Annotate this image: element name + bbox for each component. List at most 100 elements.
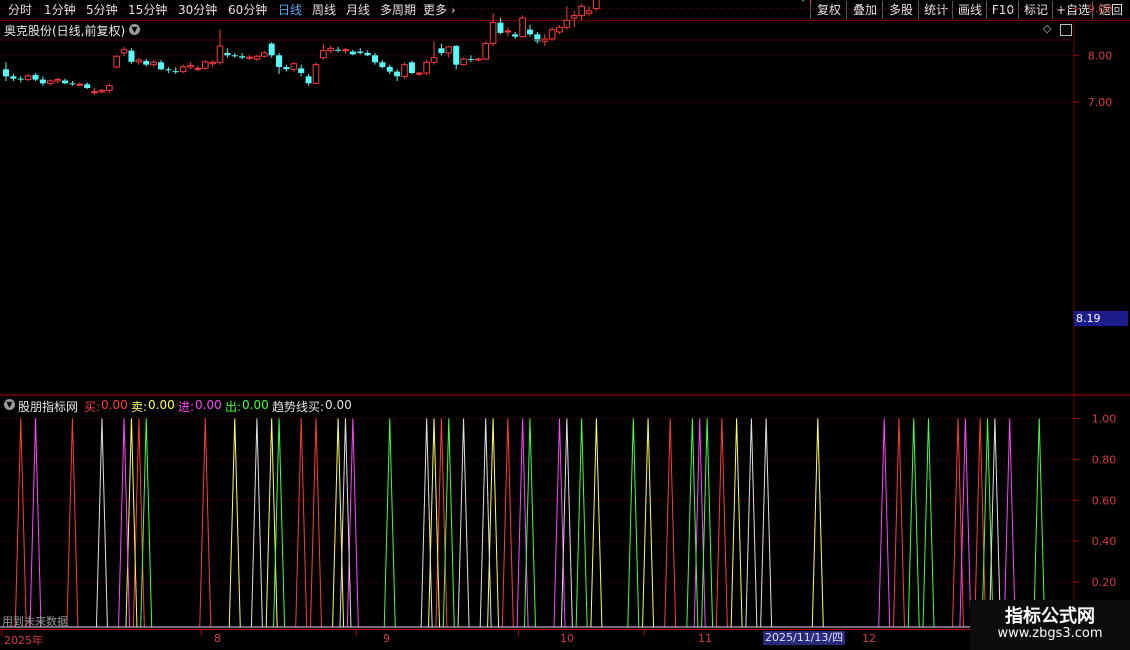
signal-spike-buy xyxy=(295,418,308,628)
signal-spike-buy xyxy=(715,418,728,628)
candle-body-down xyxy=(62,80,69,84)
signal-spike-buy xyxy=(435,418,448,628)
signal-spike-sell xyxy=(590,418,603,628)
candle-body-up xyxy=(194,67,202,70)
candle-body-up xyxy=(76,83,84,86)
candle-body-up xyxy=(209,61,216,65)
candle-body-up xyxy=(415,72,423,75)
candle-body-up xyxy=(519,17,526,38)
candle-body-up xyxy=(423,61,430,74)
signal-spike-enter xyxy=(693,418,706,628)
date-axis: 2025年 8 9 10 11 2025/11/13/四 12 xyxy=(0,629,1075,648)
indicator-tick-label: 0.60 xyxy=(1092,494,1117,507)
signal-spike-sell xyxy=(265,418,278,628)
candle-body-down xyxy=(394,71,401,77)
candle-body-down xyxy=(453,45,460,65)
signal-spike-buy xyxy=(14,418,27,628)
signal-spike-enter xyxy=(118,418,131,628)
candle-body-up xyxy=(246,56,253,59)
candle-body-up xyxy=(475,58,482,61)
candle-body-down xyxy=(69,83,76,85)
candle-body-up xyxy=(578,5,585,17)
indicator-header: ▼ 股朋指标网 买: 0.00 卖: 0.00 进: 0.00 出: 0.00 … xyxy=(0,397,1075,415)
indicator-dropdown-icon[interactable]: ▼ xyxy=(4,399,15,410)
signal-spike-sell xyxy=(487,418,500,628)
future-data-note: 用到未来数据 xyxy=(2,615,68,628)
signal-spike-buy xyxy=(309,418,322,628)
buy-label: 买: xyxy=(84,400,101,414)
signal-spike-exit xyxy=(627,418,640,628)
candle-body-down xyxy=(268,43,275,56)
exit-label: 出: xyxy=(225,400,242,414)
buy-value: 0.00 xyxy=(101,398,128,412)
signal-spike-buy xyxy=(66,418,79,628)
candle-body-down xyxy=(17,78,24,80)
signal-spike-trend-buy xyxy=(760,418,773,628)
candle-body-up xyxy=(430,57,438,63)
candle-body-down xyxy=(128,50,135,62)
signal-spike-sell xyxy=(730,418,743,628)
signal-spike-buy xyxy=(974,418,987,628)
enter-label: 进: xyxy=(178,400,195,414)
price-tick-label: 8.00 xyxy=(1088,49,1113,62)
watermark-url: www.zbgs3.com xyxy=(997,626,1103,641)
candle-body-down xyxy=(438,48,445,53)
signal-spike-trend-buy xyxy=(250,418,263,628)
candle-body-down xyxy=(386,66,393,72)
candle-body-down xyxy=(231,55,238,57)
candle-body-up xyxy=(201,61,209,69)
signal-spike-exit xyxy=(523,418,536,628)
candle-body-up xyxy=(460,58,467,66)
signal-spike-exit xyxy=(273,418,286,628)
candle-body-down xyxy=(3,69,9,77)
signal-spike-exit xyxy=(981,418,994,628)
candle-body-down xyxy=(165,69,172,71)
signal-spike-buy xyxy=(952,418,965,628)
candle-body-down xyxy=(467,59,474,61)
candle-body-up xyxy=(320,50,327,59)
price-tick-label: 9.00 xyxy=(1088,3,1113,16)
signal-spike-trend-buy xyxy=(479,418,492,628)
signal-spike-exit xyxy=(701,418,714,628)
candle-body-up xyxy=(187,65,194,68)
signal-spike-enter xyxy=(346,418,359,628)
indicator-name[interactable]: 股朋指标网 xyxy=(18,398,78,415)
candlestick-chart[interactable]: 14.0013.0012.0011.0010.009.008.007.001.0… xyxy=(0,0,1130,650)
candle-body-up xyxy=(482,43,489,60)
signal-spike-sell xyxy=(428,418,441,628)
signal-spike-sell xyxy=(228,418,241,628)
signal-spike-exit xyxy=(383,418,396,628)
signal-spike-enter xyxy=(878,418,891,628)
candle-body-down xyxy=(305,76,312,84)
candle-body-down xyxy=(32,74,39,80)
signal-spike-sell xyxy=(125,418,138,628)
signal-spike-enter xyxy=(1003,418,1016,628)
price-tick-label: 7.00 xyxy=(1088,96,1113,109)
sell-label: 卖: xyxy=(131,400,148,414)
trend-buy-value: 0.00 xyxy=(325,398,352,412)
candle-body-up xyxy=(150,61,157,66)
candle-body-down xyxy=(379,62,386,67)
date-label-nov: 11 xyxy=(698,632,712,645)
candle-body-up xyxy=(120,49,128,54)
candle-body-up xyxy=(91,91,98,94)
date-label-2025: 2025年 xyxy=(4,634,43,647)
signal-spike-exit xyxy=(907,418,920,628)
indicator-tick-label: 0.40 xyxy=(1092,535,1117,548)
candle-body-down xyxy=(512,34,519,37)
candle-body-down xyxy=(497,22,504,33)
signal-spike-buy xyxy=(892,418,905,628)
candle-body-up xyxy=(253,55,261,60)
signal-spike-buy xyxy=(664,418,677,628)
candle-body-up xyxy=(504,30,512,33)
signal-spike-trend-buy xyxy=(339,418,352,628)
signal-spike-exit xyxy=(922,418,935,628)
candle-body-down xyxy=(283,66,290,70)
candle-body-up xyxy=(593,0,600,10)
candle-body-up xyxy=(290,63,298,70)
candle-body-down xyxy=(408,62,415,74)
candle-body-up xyxy=(135,59,143,63)
candle-body-down xyxy=(526,29,533,35)
candle-body-down xyxy=(39,79,46,84)
indicator-tick-label: 0.80 xyxy=(1092,453,1117,466)
